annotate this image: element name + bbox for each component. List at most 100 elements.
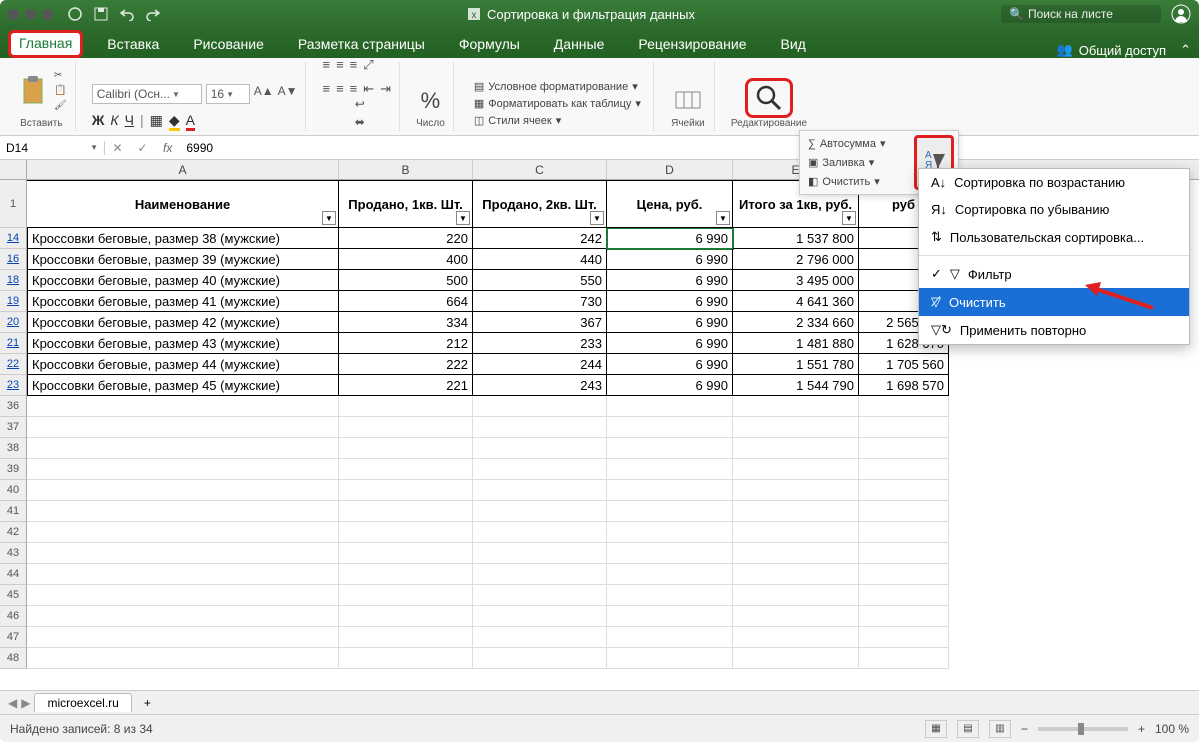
filter-dropdown-icon[interactable]: ▼ bbox=[590, 211, 604, 225]
tab-review[interactable]: Рецензирование bbox=[628, 32, 756, 58]
cell[interactable] bbox=[733, 543, 859, 564]
sheet-tab[interactable]: microexcel.ru bbox=[34, 693, 131, 712]
col-header-B[interactable]: B bbox=[339, 160, 473, 179]
cell[interactable] bbox=[339, 585, 473, 606]
cell[interactable] bbox=[733, 522, 859, 543]
cell[interactable] bbox=[27, 648, 339, 669]
cut-icon[interactable]: ✂ bbox=[54, 70, 67, 81]
cell[interactable]: 2 334 660 bbox=[733, 312, 859, 333]
increase-font-icon[interactable]: A▲ bbox=[254, 84, 274, 104]
cell[interactable]: Кроссовки беговые, размер 38 (мужские) bbox=[27, 228, 339, 249]
cell[interactable] bbox=[473, 522, 607, 543]
cell[interactable] bbox=[733, 564, 859, 585]
cell[interactable] bbox=[859, 648, 949, 669]
cell[interactable]: Кроссовки беговые, размер 41 (мужские) bbox=[27, 291, 339, 312]
paste-button[interactable] bbox=[16, 71, 50, 109]
orientation-icon[interactable]: ⤢ bbox=[363, 57, 373, 73]
cell[interactable] bbox=[27, 606, 339, 627]
cell[interactable] bbox=[473, 501, 607, 522]
cell[interactable]: 6 990 bbox=[607, 375, 733, 396]
italic-button[interactable]: К bbox=[110, 112, 118, 129]
row-header[interactable]: 43 bbox=[0, 543, 27, 564]
cell[interactable] bbox=[473, 459, 607, 480]
cell[interactable] bbox=[27, 585, 339, 606]
cell[interactable] bbox=[607, 543, 733, 564]
row-header[interactable]: 41 bbox=[0, 501, 27, 522]
tab-view[interactable]: Вид bbox=[771, 32, 816, 58]
cell[interactable] bbox=[859, 480, 949, 501]
cell[interactable]: 1 544 790 bbox=[733, 375, 859, 396]
normal-view-icon[interactable]: ▦ bbox=[925, 720, 947, 738]
cell[interactable] bbox=[733, 585, 859, 606]
cell[interactable] bbox=[473, 606, 607, 627]
cell[interactable]: 500 bbox=[339, 270, 473, 291]
align-top-icon[interactable]: ≡ bbox=[322, 57, 330, 73]
cell[interactable] bbox=[339, 396, 473, 417]
cell-styles-button[interactable]: ◫Стили ячеек ▾ bbox=[470, 112, 565, 129]
row-header[interactable]: 47 bbox=[0, 627, 27, 648]
row-header[interactable]: 38 bbox=[0, 438, 27, 459]
collapse-ribbon-icon[interactable]: ⌃ bbox=[1180, 42, 1191, 58]
tab-home[interactable]: Главная bbox=[8, 30, 83, 58]
align-middle-icon[interactable]: ≡ bbox=[336, 57, 344, 73]
row-header[interactable]: 39 bbox=[0, 459, 27, 480]
cell[interactable] bbox=[607, 438, 733, 459]
cell[interactable]: 1 481 880 bbox=[733, 333, 859, 354]
cell[interactable] bbox=[27, 417, 339, 438]
fill-button[interactable]: ▣Заливка ▾ bbox=[804, 154, 910, 171]
cell[interactable] bbox=[607, 585, 733, 606]
cell[interactable] bbox=[859, 564, 949, 585]
cell[interactable]: 244 bbox=[473, 354, 607, 375]
zoom-out-button[interactable]: − bbox=[1021, 722, 1028, 736]
cell[interactable] bbox=[339, 564, 473, 585]
header-q1[interactable]: Продано, 1кв. Шт.▼ bbox=[339, 180, 473, 228]
cell[interactable]: 221 bbox=[339, 375, 473, 396]
row-header[interactable]: 42 bbox=[0, 522, 27, 543]
zoom-window[interactable] bbox=[42, 9, 53, 20]
row-header-1[interactable]: 1 bbox=[0, 180, 27, 228]
select-all-button[interactable] bbox=[0, 160, 27, 179]
cell[interactable] bbox=[859, 627, 949, 648]
cell[interactable] bbox=[27, 480, 339, 501]
cell[interactable]: 664 bbox=[339, 291, 473, 312]
row-header[interactable]: 21 bbox=[0, 333, 27, 354]
editing-button[interactable] bbox=[745, 78, 793, 118]
row-header[interactable]: 22 bbox=[0, 354, 27, 375]
fx-icon[interactable]: fx bbox=[155, 141, 180, 155]
cell[interactable]: 334 bbox=[339, 312, 473, 333]
cell[interactable] bbox=[473, 480, 607, 501]
cell[interactable]: 400 bbox=[339, 249, 473, 270]
user-avatar-icon[interactable] bbox=[1171, 4, 1191, 24]
close-window[interactable] bbox=[8, 9, 19, 20]
cell[interactable]: 6 990 bbox=[607, 291, 733, 312]
cell[interactable] bbox=[733, 459, 859, 480]
autosave-icon[interactable] bbox=[67, 6, 83, 22]
cell[interactable] bbox=[339, 627, 473, 648]
cell[interactable] bbox=[27, 564, 339, 585]
cell[interactable] bbox=[339, 459, 473, 480]
cell[interactable]: 6 990 bbox=[607, 333, 733, 354]
align-center-icon[interactable]: ≡ bbox=[336, 81, 344, 97]
cell[interactable] bbox=[859, 585, 949, 606]
cell[interactable] bbox=[733, 648, 859, 669]
header-q2[interactable]: Продано, 2кв. Шт.▼ bbox=[473, 180, 607, 228]
tab-data[interactable]: Данные bbox=[544, 32, 615, 58]
filter-dropdown-icon[interactable]: ▼ bbox=[456, 211, 470, 225]
cell[interactable] bbox=[859, 459, 949, 480]
filter-dropdown-icon[interactable]: ▼ bbox=[716, 211, 730, 225]
autosum-button[interactable]: ∑Автосумма ▾ bbox=[804, 135, 910, 152]
cell[interactable] bbox=[733, 438, 859, 459]
menu-sort-descending[interactable]: Я↓Сортировка по убыванию bbox=[919, 196, 1189, 223]
row-header[interactable]: 37 bbox=[0, 417, 27, 438]
format-as-table-button[interactable]: ▦Форматировать как таблицу ▾ bbox=[470, 95, 645, 112]
cell[interactable]: Кроссовки беговые, размер 43 (мужские) bbox=[27, 333, 339, 354]
cell[interactable]: Кроссовки беговые, размер 45 (мужские) bbox=[27, 375, 339, 396]
cell[interactable]: 1 537 800 bbox=[733, 228, 859, 249]
cell[interactable]: 233 bbox=[473, 333, 607, 354]
cell[interactable] bbox=[607, 459, 733, 480]
cell[interactable] bbox=[339, 501, 473, 522]
cell[interactable]: 730 bbox=[473, 291, 607, 312]
cell[interactable] bbox=[859, 501, 949, 522]
format-painter-icon[interactable]: 🖌 bbox=[54, 100, 67, 111]
cell[interactable] bbox=[473, 438, 607, 459]
